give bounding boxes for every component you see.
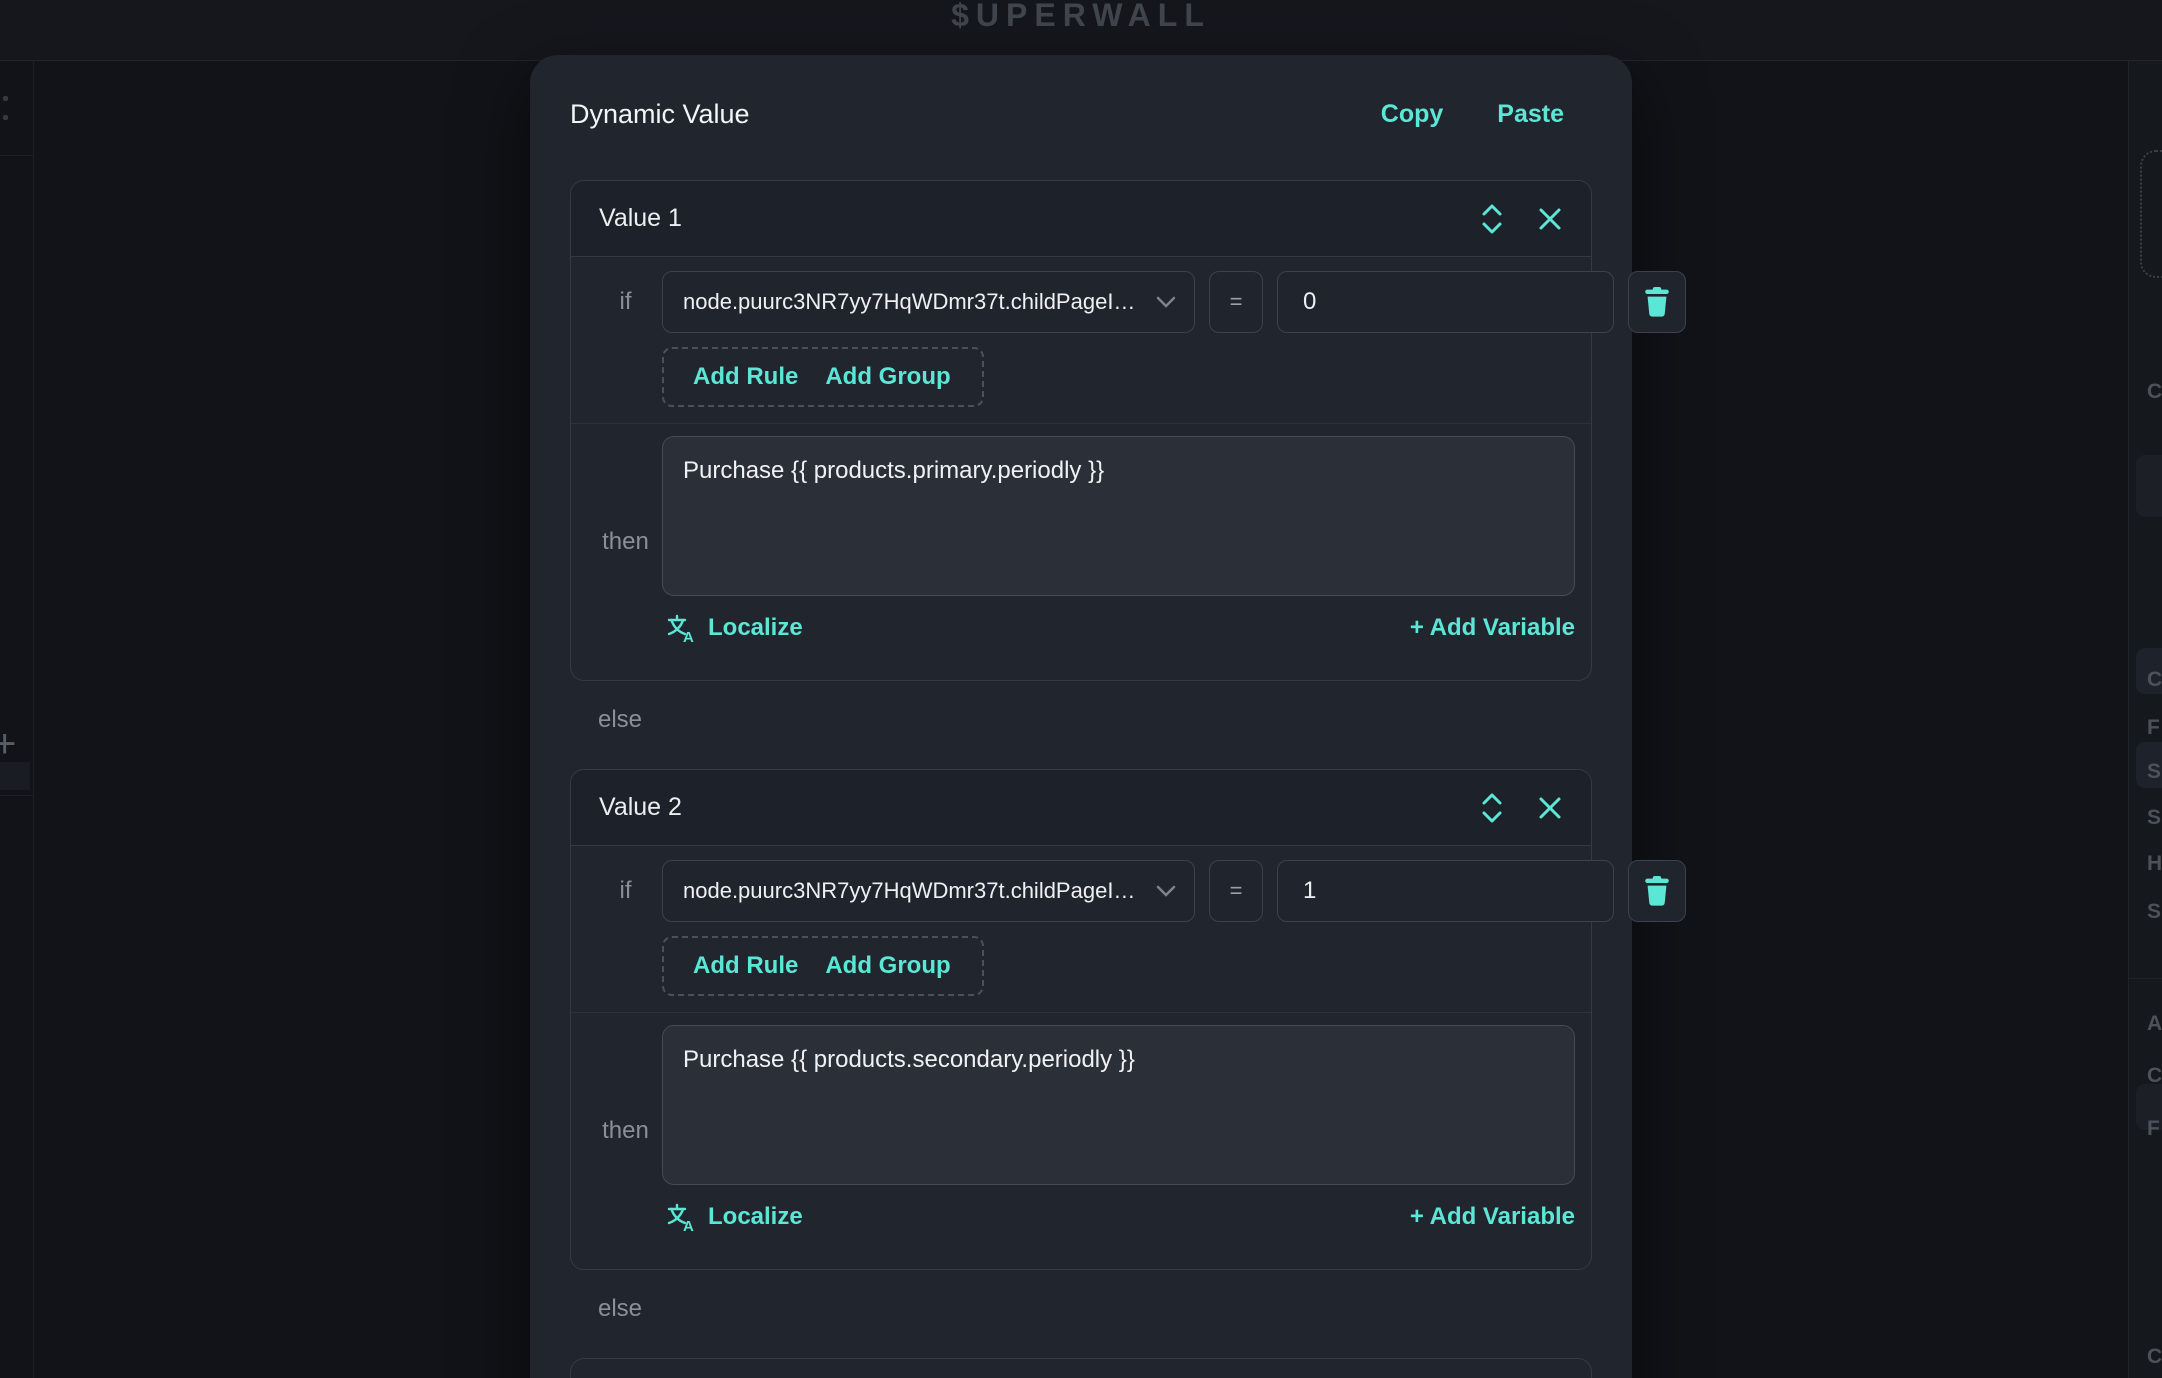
right-panel-tile [2136,455,2162,517]
value-card-title: Value 1 [599,204,682,233]
svg-text:A: A [683,1218,694,1232]
right-rail-fragment: C [2147,1064,2162,1088]
condition-value-input[interactable] [1277,860,1614,922]
right-rail-fragment: A [2147,1012,2162,1036]
then-row: then Purchase {{ products.secondary.peri… [589,1025,1575,1185]
localize-label: Localize [708,614,803,642]
copy-button[interactable]: Copy [1381,100,1444,129]
modal-header: Dynamic Value Copy Paste [570,99,1592,130]
paste-button[interactable]: Paste [1497,100,1564,129]
app-stage: $UPERWALL + CCFSSHSACFC Dynamic Value Co… [0,0,2162,1378]
condition-row: if node.puurc3NR7yy7HqWDmr37t.childPageI… [589,271,1575,333]
spacer [589,347,662,407]
right-panel-divider [2128,61,2129,1378]
value-card-body: if node.puurc3NR7yy7HqWDmr37t.childPageI… [571,846,1591,1269]
right-panel-section-divider [2129,978,2162,979]
trash-icon[interactable] [1628,271,1686,333]
condition-controls: node.puurc3NR7yy7HqWDmr37t.childPageI… = [662,860,1686,922]
localize-row: A Localize + Add Variable [589,1197,1575,1237]
then-label: then [589,436,662,596]
svg-text:A: A [683,629,694,643]
localize-row: A Localize + Add Variable [589,608,1575,648]
then-section: then Purchase {{ products.secondary.peri… [571,1012,1591,1237]
right-rail-fragment: S [2147,806,2161,830]
value-card-1: Value 1 if [570,180,1592,681]
then-row: then Purchase {{ products.primary.period… [589,436,1575,596]
condition-field-value: node.puurc3NR7yy7HqWDmr37t.childPageI… [683,878,1144,904]
modal-title: Dynamic Value [570,99,750,130]
add-controls-row: Add Rule Add Group [589,936,1575,996]
value-card-body: if node.puurc3NR7yy7HqWDmr37t.childPageI… [571,257,1591,680]
value-card-title: Value 2 [599,793,682,822]
add-variable-button[interactable]: + Add Variable [1410,1203,1575,1231]
spacer [589,936,662,996]
value-card-header-icons [1479,202,1563,236]
top-bar: $UPERWALL [0,0,2162,61]
localize-label: Localize [708,1203,803,1231]
right-rail-fragment: C [2147,668,2162,692]
then-value-textarea[interactable]: Purchase {{ products.primary.periodly }} [662,436,1575,596]
right-rail-fragment: C [2147,380,2162,404]
left-panel-icon [3,115,8,120]
close-icon[interactable] [1537,206,1563,232]
left-panel-icon [3,96,8,101]
add-rule-group-box: Add Rule Add Group [662,347,984,407]
modal-header-actions: Copy Paste [1381,100,1592,129]
else-label: else [598,1294,1592,1324]
right-rail-fragment: F [2147,1117,2160,1141]
left-panel-divider [33,61,34,1378]
left-panel-section-divider [0,795,33,796]
value-card-2: Value 2 if [570,769,1592,1270]
condition-operator-button[interactable]: = [1209,860,1263,922]
value-card-1-header: Value 1 [571,181,1591,257]
condition-field-value: node.puurc3NR7yy7HqWDmr37t.childPageI… [683,289,1144,315]
condition-controls: node.puurc3NR7yy7HqWDmr37t.childPageI… = [662,271,1686,333]
add-group-button[interactable]: Add Group [825,363,950,391]
then-label: then [589,1025,662,1185]
right-rail-fragment: S [2147,900,2161,924]
condition-value-input[interactable] [1277,271,1614,333]
close-icon[interactable] [1537,795,1563,821]
localize-button[interactable]: A Localize [666,1202,803,1232]
condition-field-select[interactable]: node.puurc3NR7yy7HqWDmr37t.childPageI… [662,271,1195,333]
value-card-3-partial [570,1358,1592,1378]
chevron-down-icon [1156,296,1176,308]
condition-operator-button[interactable]: = [1209,271,1263,333]
reorder-icon[interactable] [1479,202,1505,236]
right-rail-fragment: C [2147,1345,2162,1369]
phone-preview-outline [2140,150,2162,278]
then-section: then Purchase {{ products.primary.period… [571,423,1591,648]
if-label: if [589,860,662,922]
condition-field-select[interactable]: node.puurc3NR7yy7HqWDmr37t.childPageI… [662,860,1195,922]
superwall-logo: $UPERWALL [0,0,2162,34]
add-rule-button[interactable]: Add Rule [693,952,798,980]
right-rail-fragment: F [2147,716,2160,740]
add-rule-group-box: Add Rule Add Group [662,936,984,996]
trash-icon[interactable] [1628,860,1686,922]
right-rail-fragment: H [2147,852,2162,876]
add-variable-button[interactable]: + Add Variable [1410,614,1575,642]
condition-row: if node.puurc3NR7yy7HqWDmr37t.childPageI… [589,860,1575,922]
add-controls-row: Add Rule Add Group [589,347,1575,407]
add-rule-button[interactable]: Add Rule [693,363,798,391]
translate-icon: A [666,1202,696,1232]
left-panel-section-divider [0,155,33,156]
translate-icon: A [666,613,696,643]
else-label: else [598,705,1592,735]
add-node-plus-icon: + [0,722,16,767]
value-card-2-header: Value 2 [571,770,1591,846]
reorder-icon[interactable] [1479,791,1505,825]
value-card-header-icons [1479,791,1563,825]
add-group-button[interactable]: Add Group [825,952,950,980]
chevron-down-icon [1156,885,1176,897]
right-rail-fragment: S [2147,760,2161,784]
localize-button[interactable]: A Localize [666,613,803,643]
if-label: if [589,271,662,333]
then-value-textarea[interactable]: Purchase {{ products.secondary.periodly … [662,1025,1575,1185]
dynamic-value-modal: Dynamic Value Copy Paste Value 1 [530,55,1632,1378]
